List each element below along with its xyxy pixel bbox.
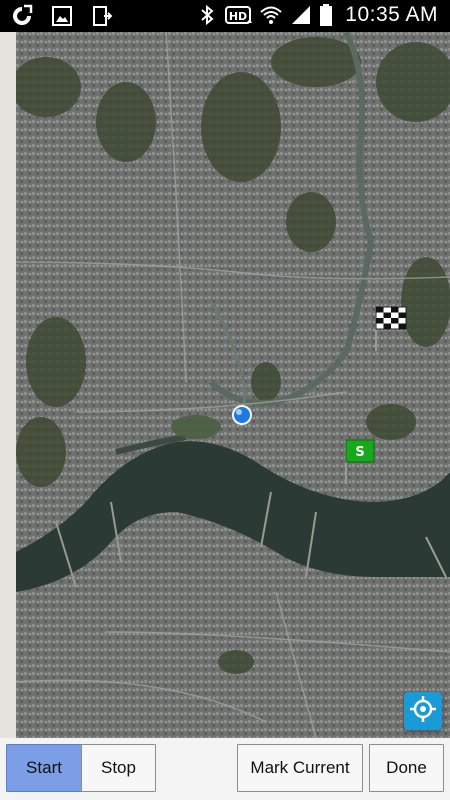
park-area: [171, 415, 221, 439]
start-flag-label: S: [355, 445, 364, 460]
svg-text:HD: HD: [229, 10, 247, 23]
wifi-icon: [259, 3, 283, 27]
stop-button[interactable]: Stop: [81, 744, 156, 792]
hd-voice-icon: HD: [225, 3, 253, 27]
file-download-icon: [90, 4, 114, 28]
status-bar-left: [10, 4, 114, 28]
status-bar: HD 10:35 AM: [0, 0, 450, 32]
map-edge-strip: [0, 32, 17, 738]
mark-current-button[interactable]: Mark Current: [237, 744, 363, 792]
crosshair-icon: [409, 695, 437, 728]
battery-icon: [319, 3, 333, 27]
map-view[interactable]: S: [0, 32, 450, 738]
satellite-map[interactable]: S: [16, 32, 450, 738]
app-notification-icon: [10, 4, 34, 28]
clock-time: 10:35 AM: [345, 3, 438, 26]
start-button[interactable]: Start: [6, 744, 82, 792]
image-icon: [50, 4, 74, 28]
signal-icon: [289, 3, 313, 27]
done-button[interactable]: Done: [369, 744, 444, 792]
bluetooth-icon: [195, 3, 219, 27]
bottom-toolbar: Start Stop Mark Current Done: [0, 738, 450, 800]
current-location-dot: [232, 405, 252, 425]
status-bar-right: HD 10:35 AM: [195, 3, 438, 27]
my-location-button[interactable]: [404, 692, 442, 730]
